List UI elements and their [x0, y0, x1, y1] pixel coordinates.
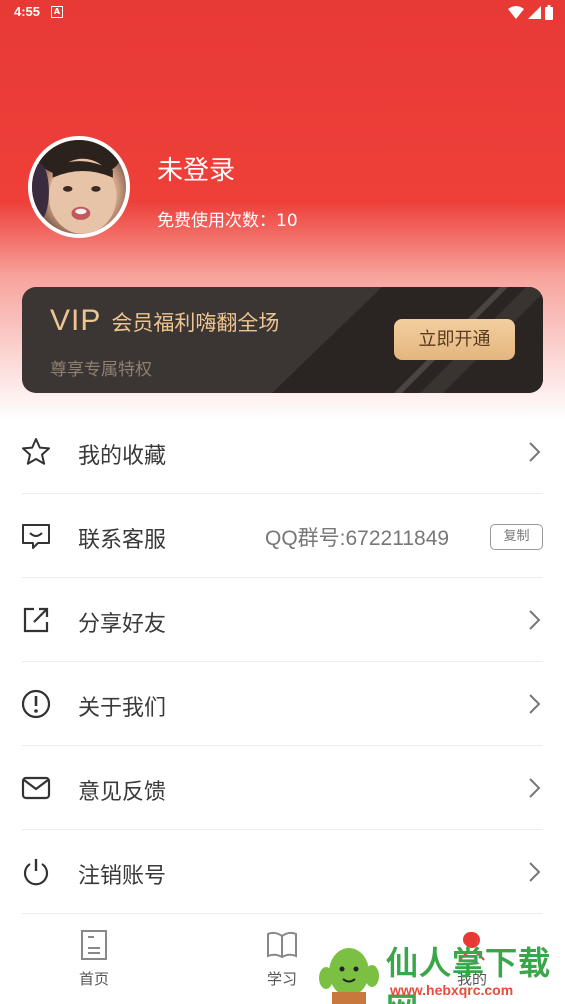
menu-item-favorites[interactable]: 我的收藏: [0, 410, 565, 494]
menu-item-feedback[interactable]: 意见反馈: [0, 746, 565, 830]
user-name[interactable]: 未登录: [157, 150, 235, 187]
wifi-icon: [508, 5, 524, 19]
star-icon: [22, 438, 50, 465]
status-bar: 4:55 A: [0, 0, 565, 26]
vip-badge: VIP: [50, 304, 102, 337]
menu-item-label: 我的收藏: [78, 444, 167, 469]
qq-group-number: QQ群号:672211849: [265, 527, 450, 550]
vip-slogan: 会员福利嗨翻全场: [111, 311, 280, 335]
tab-home[interactable]: 首页: [54, 928, 134, 989]
vip-activate-button[interactable]: 立即开通: [394, 319, 515, 360]
free-usage-count: 免费使用次数：10: [157, 211, 298, 231]
menu-item-about[interactable]: 关于我们: [0, 662, 565, 746]
menu-item-label: 意见反馈: [78, 780, 167, 805]
home-doc-icon: [81, 930, 107, 960]
cactus-logo-icon: [319, 948, 379, 1004]
tab-label: 首页: [78, 970, 109, 988]
user-avatar[interactable]: [28, 136, 130, 238]
signal-icon: [528, 5, 541, 19]
menu-item-label: 关于我们: [78, 696, 167, 721]
tab-study[interactable]: 学习: [242, 928, 322, 989]
menu-item-label: 分享好友: [78, 612, 167, 637]
menu-item-delete-account[interactable]: 注销账号: [0, 830, 565, 914]
status-icons: [508, 5, 553, 20]
watermark-url: www.hebxqrc.com: [390, 982, 514, 998]
vip-subtitle: 尊享专属特权: [50, 360, 152, 380]
divider: [22, 913, 543, 914]
chevron-right-icon: [529, 862, 541, 882]
chevron-right-icon: [529, 694, 541, 714]
watermark: 仙人掌下载网 www.hebxqrc.com: [312, 938, 565, 1004]
status-time: 4:55: [14, 4, 41, 19]
vip-banner[interactable]: VIP 会员福利嗨翻全场 尊享专属特权 立即开通: [22, 287, 543, 393]
power-icon: [23, 859, 49, 886]
book-icon: [267, 931, 297, 959]
tab-label: 学习: [266, 970, 297, 988]
menu-item-label: 注销账号: [78, 864, 167, 889]
avatar-photo: [32, 140, 121, 234]
chevron-right-icon: [529, 610, 541, 630]
menu-item-customer-service[interactable]: 联系客服 QQ群号:672211849 复制: [0, 494, 565, 578]
menu-item-label: 联系客服: [78, 528, 167, 553]
chat-icon: [22, 524, 50, 549]
share-icon: [23, 607, 49, 633]
battery-icon: [545, 5, 553, 20]
info-icon: [21, 689, 51, 719]
mail-icon: [21, 776, 51, 800]
vip-title: VIP 会员福利嗨翻全场: [50, 304, 279, 338]
copy-button[interactable]: 复制: [490, 524, 543, 550]
chevron-right-icon: [529, 778, 541, 798]
menu-item-share[interactable]: 分享好友: [0, 578, 565, 662]
notification-icon: A: [51, 6, 63, 18]
chevron-right-icon: [529, 442, 541, 462]
